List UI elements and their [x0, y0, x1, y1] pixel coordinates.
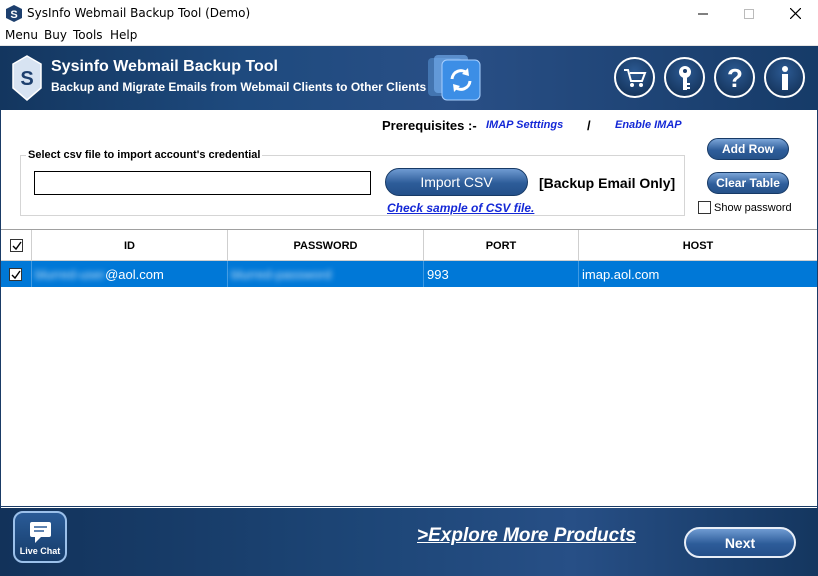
- key-icon: [678, 65, 691, 90]
- show-password-option[interactable]: Show password: [698, 201, 792, 214]
- table-row[interactable]: blurred-user @aol.com blurred-password 99…: [1, 261, 817, 287]
- column-header-host[interactable]: HOST: [579, 230, 817, 261]
- column-header-id[interactable]: ID: [32, 230, 228, 261]
- row-select-cell[interactable]: [1, 261, 32, 287]
- buy-cart-button[interactable]: [614, 57, 655, 98]
- csv-group-legend: Select csv file to import account's cred…: [26, 149, 263, 161]
- svg-text:?: ?: [727, 65, 743, 91]
- close-icon: [789, 8, 801, 19]
- info-icon: [781, 65, 788, 90]
- cart-icon: [623, 68, 646, 87]
- select-all-checkbox[interactable]: [9, 239, 23, 252]
- banner-subtitle: Backup and Migrate Emails from Webmail C…: [51, 80, 427, 94]
- menu-item-help[interactable]: Help: [110, 28, 137, 42]
- menu-item-menu[interactable]: Menu: [5, 28, 38, 42]
- activate-key-button[interactable]: [664, 57, 705, 98]
- menu-bar: Menu Buy Tools Help: [0, 27, 818, 46]
- column-header-password[interactable]: PASSWORD: [228, 230, 424, 261]
- accounts-table: ID PASSWORD PORT HOST blurred-user @aol.c…: [1, 229, 817, 507]
- clear-table-button[interactable]: Clear Table: [707, 172, 789, 194]
- minimize-button[interactable]: [680, 0, 726, 27]
- show-password-label: Show password: [714, 201, 792, 214]
- window-title: SysInfo Webmail Backup Tool (Demo): [27, 6, 251, 20]
- checkmark-icon: [11, 270, 21, 279]
- maximize-icon: [744, 8, 754, 19]
- sync-graphic-icon: [428, 55, 481, 101]
- svg-text:S: S: [20, 68, 33, 90]
- help-icon: ?: [727, 65, 743, 91]
- minimize-icon: [698, 13, 708, 14]
- cell-id[interactable]: blurred-user @aol.com: [32, 261, 228, 287]
- enable-imap-link[interactable]: Enable IMAP: [615, 119, 682, 131]
- explore-products-link[interactable]: >Explore More Products: [417, 525, 636, 547]
- help-button[interactable]: ?: [714, 57, 755, 98]
- show-password-checkbox[interactable]: [698, 201, 711, 214]
- csv-sample-link[interactable]: Check sample of CSV file.: [387, 201, 534, 215]
- live-chat-button[interactable]: Live Chat: [13, 511, 67, 563]
- sysinfo-logo-icon: S: [12, 55, 42, 101]
- close-button[interactable]: [772, 0, 818, 27]
- live-chat-label: Live Chat: [19, 546, 61, 556]
- prerequisites-separator: /: [587, 118, 591, 133]
- column-header-port[interactable]: PORT: [424, 230, 579, 261]
- cell-password[interactable]: blurred-password: [228, 261, 424, 287]
- table-header: ID PASSWORD PORT HOST: [1, 230, 817, 261]
- checkmark-icon: [12, 241, 22, 251]
- select-all-cell[interactable]: [1, 230, 32, 261]
- menu-item-buy[interactable]: Buy: [44, 28, 67, 42]
- cell-port[interactable]: 993: [424, 261, 579, 287]
- backup-email-only-note: [Backup Email Only]: [539, 175, 676, 191]
- add-row-button[interactable]: Add Row: [707, 138, 789, 160]
- import-csv-button[interactable]: Import CSV: [385, 168, 528, 196]
- chat-bubble-icon: [30, 522, 51, 543]
- svg-text:S: S: [10, 9, 17, 21]
- info-button[interactable]: [764, 57, 805, 98]
- imap-settings-link[interactable]: IMAP Setttings: [486, 119, 563, 131]
- banner-title: Sysinfo Webmail Backup Tool: [51, 58, 278, 75]
- header-banner: S Sysinfo Webmail Backup Tool Backup and…: [0, 46, 818, 110]
- cell-host[interactable]: imap.aol.com: [579, 261, 817, 287]
- csv-path-input[interactable]: [34, 171, 371, 195]
- app-logo-icon: S: [6, 5, 22, 22]
- password-redacted: blurred-password: [231, 266, 332, 282]
- maximize-button[interactable]: [726, 0, 772, 27]
- title-bar: S SysInfo Webmail Backup Tool (Demo): [0, 0, 818, 27]
- id-user-redacted: blurred-user: [35, 266, 106, 282]
- next-button[interactable]: Next: [684, 527, 796, 558]
- prerequisites-label: Prerequisites :-: [382, 118, 477, 133]
- row-checkbox[interactable]: [9, 267, 22, 281]
- menu-item-tools[interactable]: Tools: [73, 28, 103, 42]
- id-domain: @aol.com: [105, 266, 164, 282]
